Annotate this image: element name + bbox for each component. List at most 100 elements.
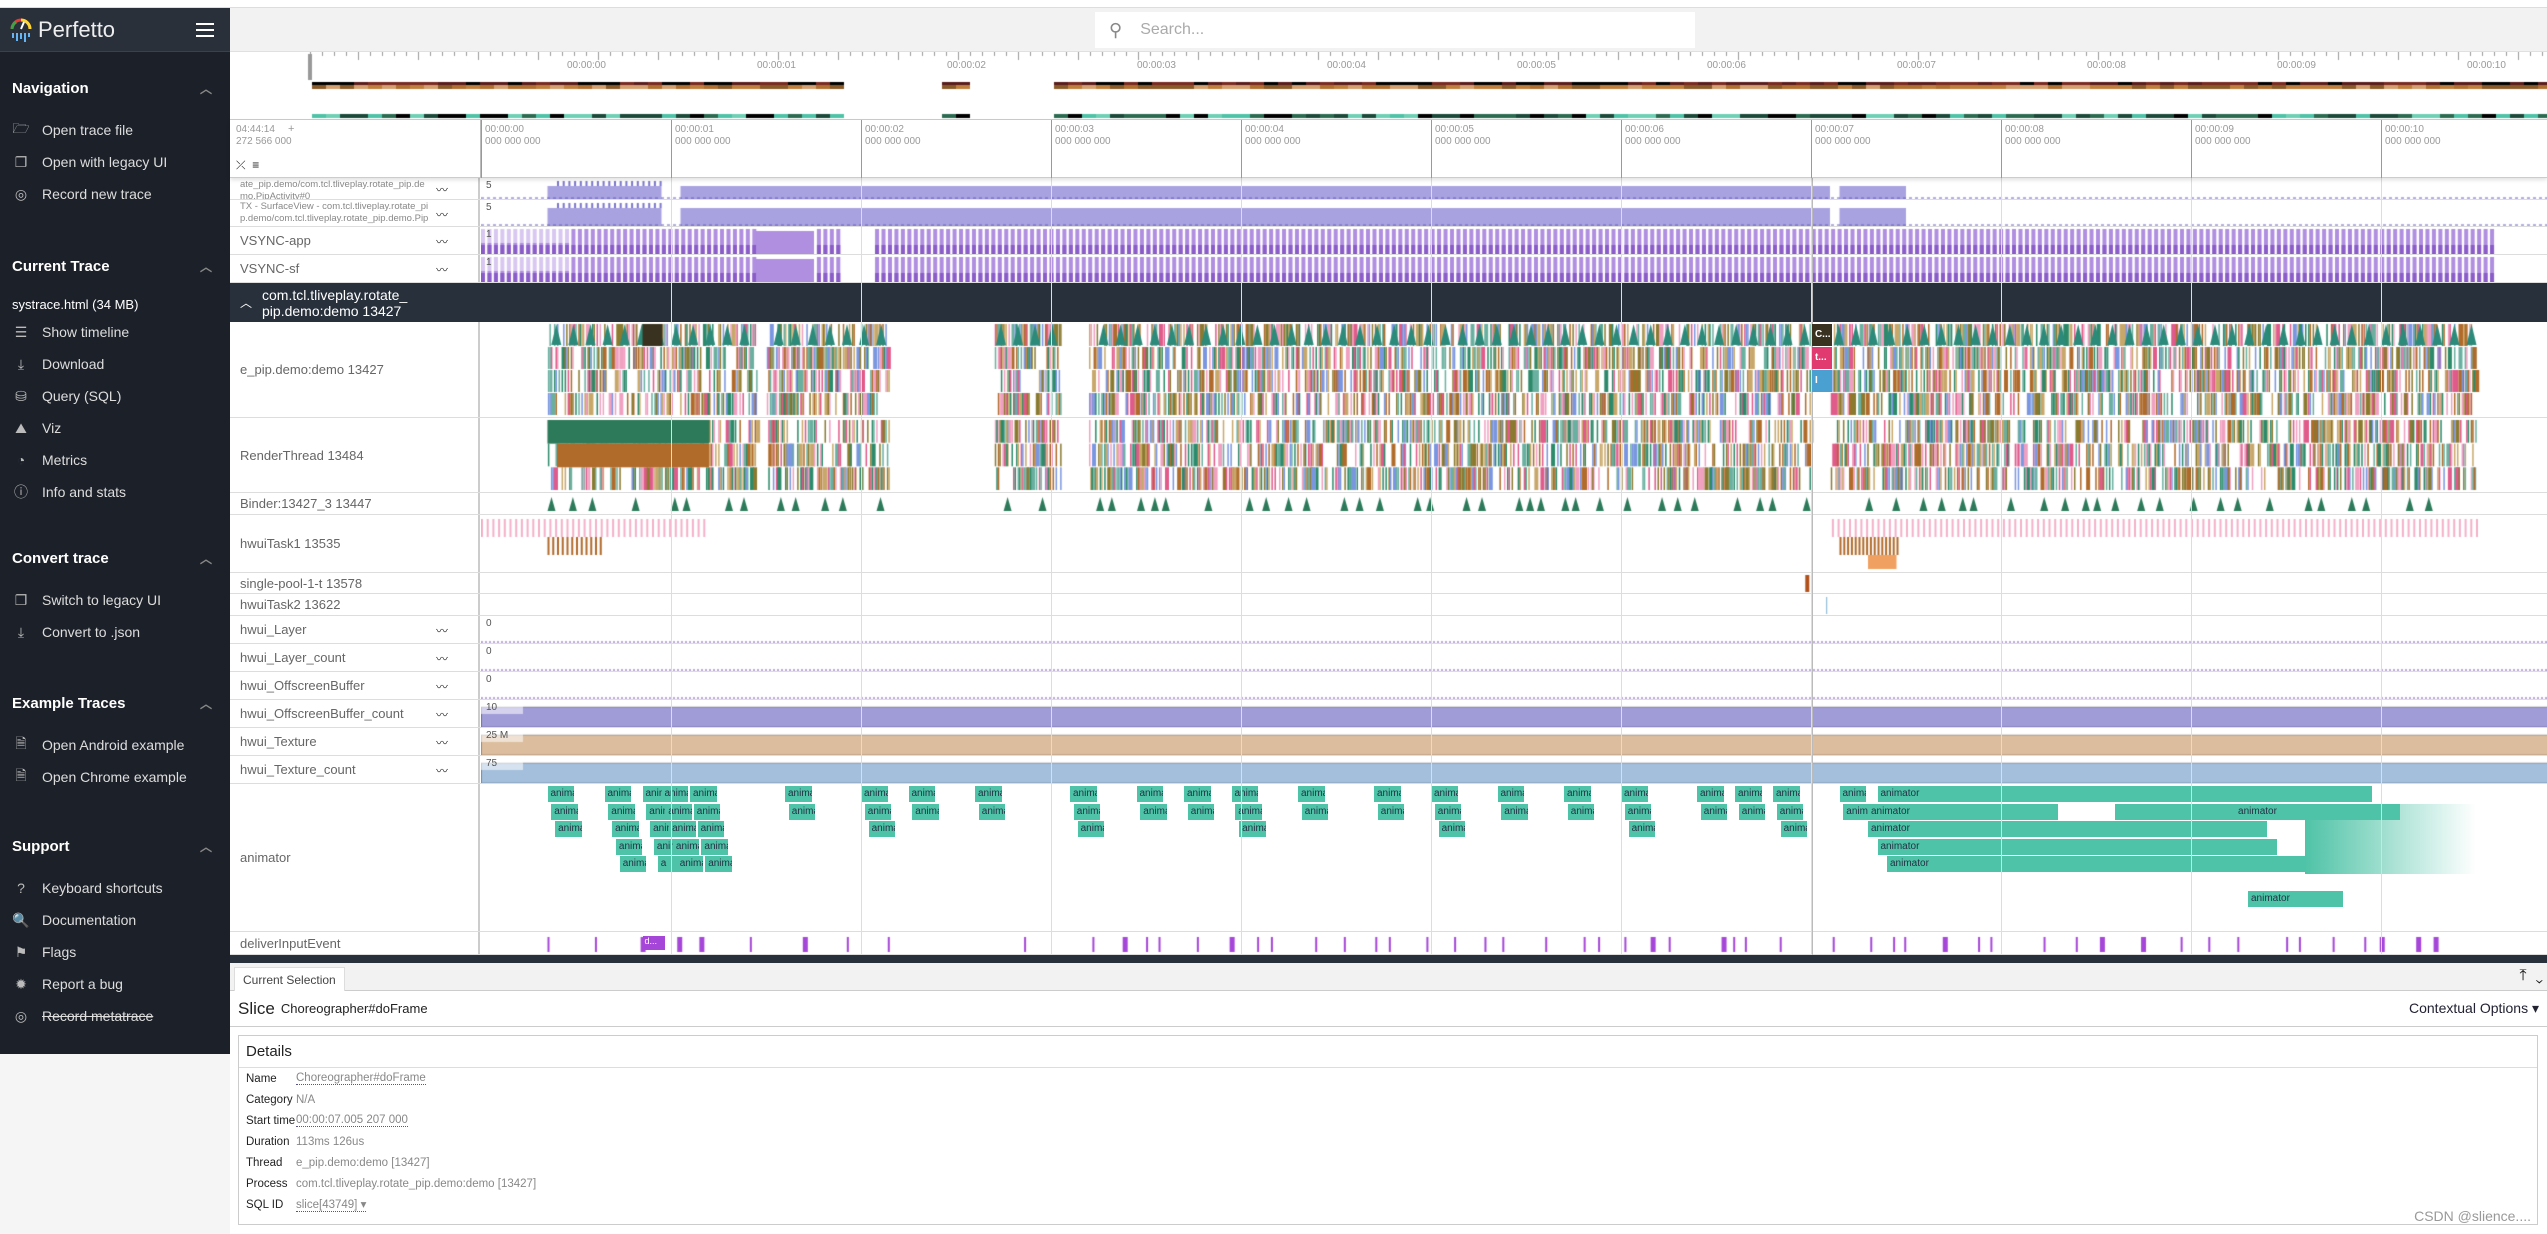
animator-slice[interactable]: animat... <box>1438 821 1466 837</box>
track-vsync-sf[interactable]: VSYNC-sf 〰 1 <box>230 255 2547 283</box>
animator-slice[interactable]: animat... <box>693 803 721 820</box>
track-e-pip-demo-demo[interactable]: e_pip.demo:demo 13427 C... t... I <box>230 322 2547 418</box>
chevron-up-icon[interactable]: ︿ <box>240 295 252 311</box>
track-hwuitask1[interactable]: hwuiTask1 13535 <box>230 515 2547 573</box>
chevron-up-icon[interactable]: ︿ <box>200 80 212 97</box>
detail-value[interactable]: 00:00:07.005 207 000 <box>296 1114 408 1127</box>
animator-slice[interactable]: animat... <box>1140 803 1167 820</box>
track-canvas[interactable] <box>481 493 2547 514</box>
section-header[interactable]: Example Traces ︿ <box>0 691 230 715</box>
sidebar-item-switch-to-legacy-ui[interactable]: ❐ Switch to legacy UI <box>0 584 230 616</box>
track-animator[interactable]: animatoranimat...animat...animat...anima… <box>230 784 2547 932</box>
animator-slice[interactable]: animat... <box>604 786 632 802</box>
contextual-options-button[interactable]: Contextual Options ▾ <box>2409 1000 2539 1017</box>
chevron-up-icon[interactable]: ︿ <box>200 258 212 275</box>
track-canvas[interactable] <box>481 322 2547 417</box>
detail-value[interactable]: slice[43749] ▾ <box>296 1197 367 1212</box>
sidebar-item-keyboard-shortcuts[interactable]: ? Keyboard shortcuts <box>0 872 230 904</box>
track-ate-pip-demo-com-tcl-tliveplay[interactable]: ate_pip.demo/com.tcl.tliveplay.rotate_pi… <box>230 178 2547 200</box>
sidebar-item-query-sql[interactable]: ⛁ Query (SQL) <box>0 380 230 412</box>
track-single-pool-1-t[interactable]: single-pool-1-t 13578 <box>230 573 2547 594</box>
sidebar-item-report-a-bug[interactable]: ✹ Report a bug <box>0 968 230 1000</box>
animator-slice[interactable]: animat... <box>1621 786 1648 802</box>
track-hwui-texture[interactable]: hwui_Texture 〰 25 M <box>230 728 2547 756</box>
animator-slice[interactable]: animat... <box>912 803 939 820</box>
sidebar-item-show-timeline[interactable]: ☰ Show timeline <box>0 316 230 348</box>
animator-slice[interactable]: animator <box>1877 838 2277 855</box>
track-canvas[interactable] <box>481 700 2547 727</box>
animator-slice[interactable]: animat... <box>1184 786 1211 802</box>
track-canvas[interactable] <box>481 515 2547 572</box>
section-header[interactable]: Support ︿ <box>0 834 230 858</box>
animator-slice[interactable]: animat... <box>676 856 704 872</box>
track-list[interactable]: ate_pip.demo/com.tcl.tliveplay.rotate_pi… <box>230 178 2547 955</box>
animator-slice[interactable]: animat... <box>1239 821 1266 837</box>
counter-chart-icon[interactable]: 〰 <box>436 706 448 723</box>
sidebar-item-metrics[interactable]: ◔ Metrics <box>0 444 230 476</box>
track-canvas[interactable] <box>481 756 2547 783</box>
counter-chart-icon[interactable]: 〰 <box>436 622 448 639</box>
animator-slice[interactable]: animat... <box>672 838 700 855</box>
track-canvas[interactable] <box>481 418 2547 492</box>
sidebar-item-convert-to-json[interactable]: ⤓ Convert to .json <box>0 616 230 648</box>
track-binder-13427-3[interactable]: Binder:13427_3 13447 <box>230 493 2547 515</box>
track-canvas[interactable] <box>481 644 2547 671</box>
animator-slice[interactable]: animat... <box>1564 786 1591 802</box>
animator-slice[interactable]: animat... <box>1298 786 1325 802</box>
sidebar-item-info-and-stats[interactable]: ⓘ Info and stats <box>0 476 230 508</box>
animator-slice[interactable]: animat... <box>1735 786 1762 802</box>
pin-tracks-icon[interactable]: ≡ <box>252 158 259 172</box>
chevron-up-icon[interactable]: ︿ <box>200 838 212 855</box>
animator-slice[interactable]: animat... <box>1738 803 1766 820</box>
animator-slice[interactable]: animat... <box>661 786 689 802</box>
section-header[interactable]: Navigation ︿ <box>0 76 230 100</box>
sidebar-item-open-android-example[interactable]: 🗎 Open Android example <box>0 729 230 761</box>
animator-slice[interactable]: animat... <box>612 821 639 837</box>
track-hwui-layer[interactable]: hwui_Layer 〰 0 <box>230 616 2547 644</box>
menu-icon[interactable] <box>196 22 214 37</box>
counter-chart-icon[interactable]: 〰 <box>436 233 448 250</box>
animator-slice[interactable]: animat... <box>978 803 1006 820</box>
animator-slice[interactable]: animator <box>1887 856 2305 872</box>
selected-slice-0[interactable]: C... <box>1811 324 1832 346</box>
sidebar-item-open-trace-file[interactable]: 🗁 Open trace file <box>0 114 230 146</box>
animator-slice[interactable]: animator <box>1868 821 2267 837</box>
track-canvas[interactable] <box>481 200 2547 226</box>
animator-slice[interactable]: animat... <box>665 803 692 820</box>
track-hwui-texture-count[interactable]: hwui_Texture_count 〰 75 <box>230 756 2547 784</box>
counter-chart-icon[interactable]: 〰 <box>436 206 448 223</box>
track-renderthread[interactable]: RenderThread 13484 <box>230 418 2547 493</box>
sidebar-item-download[interactable]: ⤓ Download <box>0 348 230 380</box>
animator-slice[interactable]: animat... <box>1501 803 1528 820</box>
animator-slice[interactable]: animat... <box>908 786 936 802</box>
animator-slice[interactable]: animat... <box>1431 786 1458 802</box>
track-deliverinputevent[interactable]: deliverInputEvent d... <box>230 932 2547 955</box>
panel-resize-handle[interactable] <box>230 955 2547 963</box>
tab-current-selection[interactable]: Current Selection <box>234 967 345 991</box>
track-canvas[interactable] <box>481 728 2547 755</box>
animator-slice[interactable]: animat... <box>1073 803 1101 820</box>
animator-slice[interactable]: animat... <box>1374 786 1401 802</box>
animator-slice[interactable]: animat... <box>1377 803 1405 820</box>
animator-slice[interactable]: animat... <box>619 856 647 872</box>
animator-slice[interactable]: animat... <box>701 838 728 855</box>
track-canvas[interactable] <box>481 616 2547 643</box>
animator-slice[interactable]: animat... <box>705 856 732 872</box>
sidebar-item-flags[interactable]: ⚑ Flags <box>0 936 230 968</box>
animator-slice[interactable]: animat... <box>1301 803 1329 820</box>
counter-chart-icon[interactable]: 〰 <box>436 650 448 667</box>
animator-slice[interactable]: animat... <box>1231 786 1259 802</box>
track-canvas[interactable] <box>481 594 2547 615</box>
animator-slice[interactable]: animat... <box>1697 786 1724 802</box>
animator-slice[interactable]: animat... <box>1843 803 1870 820</box>
animator-slice[interactable]: animat... <box>555 821 582 837</box>
counter-chart-icon[interactable]: 〰 <box>436 261 448 278</box>
animator-slice[interactable]: animat... <box>1497 786 1525 802</box>
animator-slice[interactable]: animat... <box>551 803 578 820</box>
section-header[interactable]: Convert trace ︿ <box>0 546 230 570</box>
track-hwui-layer-count[interactable]: hwui_Layer_count 〰 0 <box>230 644 2547 672</box>
track-canvas[interactable] <box>481 932 2547 954</box>
collapse-panel-icon[interactable]: ⌄ <box>2535 967 2543 984</box>
counter-chart-icon[interactable]: 〰 <box>436 678 448 695</box>
sidebar-item-viz[interactable]: ⛰ Viz <box>0 412 230 444</box>
